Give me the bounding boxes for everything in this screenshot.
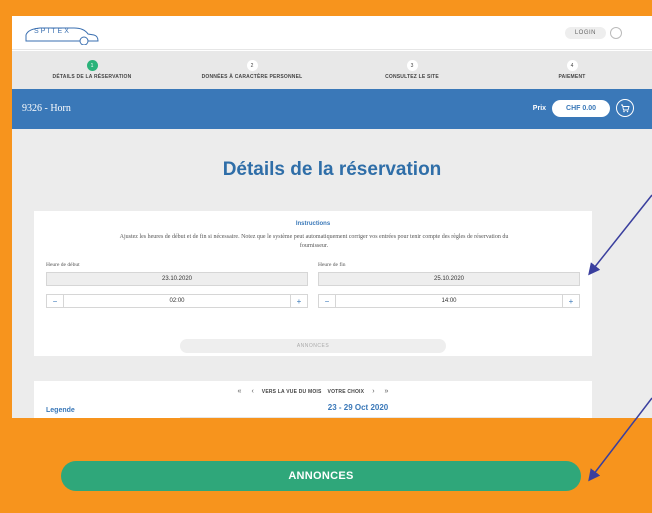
step-personal-data[interactable]: 2 DONNÉES À CARACTÈRE PERSONNEL: [172, 51, 332, 89]
annonces-button-large[interactable]: ANNONCES: [61, 461, 581, 491]
page-title: Détails de la réservation: [222, 159, 442, 180]
calendar-nav: « ‹ VERS LA VUE DU MOIS VOTRE CHOIX › »: [34, 388, 592, 395]
calendar-card: « ‹ VERS LA VUE DU MOIS VOTRE CHOIX › » …: [34, 381, 592, 418]
logo-text: SPITEX: [34, 28, 71, 35]
progress-steps: 1 DÉTAILS DE LA RÉSERVATION 2 DONNÉES À …: [12, 51, 652, 89]
login-area: LOGIN: [564, 27, 622, 39]
screenshot-frame: SPITEX LOGIN 1 DÉTAILS DE LA RÉSERVATION…: [12, 16, 652, 418]
cart-icon[interactable]: [616, 99, 634, 117]
step-label: DÉTAILS DE LA RÉSERVATION: [52, 74, 132, 80]
instructions-title: Instructions: [295, 221, 331, 227]
annonces-button-small[interactable]: ANNONCES: [180, 339, 446, 353]
main-content: Détails de la réservation Instructions A…: [12, 129, 652, 418]
login-button[interactable]: LOGIN: [564, 27, 606, 39]
end-date-field[interactable]: 25.10.2020: [318, 272, 580, 286]
end-time-plus-button[interactable]: +: [563, 295, 579, 307]
step-number: 4: [566, 60, 578, 71]
toggle-icon[interactable]: [610, 27, 622, 39]
step-label: CONSULTEZ LE SITE: [385, 74, 439, 80]
step-label: PAIEMENT: [558, 74, 586, 80]
week-label: 23 - 29 Oct 2020: [327, 403, 389, 412]
price-value: CHF 0.00: [552, 99, 610, 117]
spitex-logo[interactable]: SPITEX: [22, 23, 102, 46]
booking-header: 9326 - Horn Prix CHF 0.00: [12, 89, 652, 129]
end-time-stepper: − 14:00 +: [318, 294, 580, 308]
step-label: DONNÉES À CARACTÈRE PERSONNEL: [201, 74, 303, 80]
end-time-label: Heure de fin: [318, 262, 346, 268]
next-page-icon[interactable]: ›: [370, 388, 376, 395]
prev-page-icon[interactable]: ‹: [249, 388, 255, 395]
cart-glyph-icon: [621, 104, 630, 113]
booking-id: 9326 - Horn: [22, 103, 71, 114]
calendar-day-header: [180, 417, 580, 418]
step-payment[interactable]: 4 PAIEMENT: [492, 51, 652, 89]
end-time-minus-button[interactable]: −: [319, 295, 335, 307]
start-time-label: Heure de début: [46, 262, 80, 268]
step-booking-details[interactable]: 1 DÉTAILS DE LA RÉSERVATION: [12, 51, 172, 89]
month-view-button[interactable]: VERS LA VUE DU MOIS: [262, 389, 322, 395]
step-number: 1: [86, 60, 98, 71]
your-choice-button[interactable]: VOTRE CHOIX: [328, 389, 365, 395]
instructions-text: Ajustez les heures de début et de fin si…: [119, 234, 509, 249]
start-time-plus-button[interactable]: +: [291, 295, 307, 307]
price-area: Prix CHF 0.00: [533, 99, 634, 117]
instructions-card: Instructions Ajustez les heures de début…: [34, 211, 592, 356]
start-time-minus-button[interactable]: −: [47, 295, 63, 307]
end-time-value[interactable]: 14:00: [335, 295, 563, 307]
start-time-stepper: − 02:00 +: [46, 294, 308, 308]
price-label: Prix: [532, 104, 547, 112]
start-time-value[interactable]: 02:00: [63, 295, 291, 307]
last-page-icon[interactable]: »: [383, 388, 391, 395]
step-number: 2: [246, 60, 258, 71]
step-review-site[interactable]: 3 CONSULTEZ LE SITE: [332, 51, 492, 89]
first-page-icon[interactable]: «: [236, 388, 244, 395]
step-number: 3: [406, 60, 418, 71]
start-date-field[interactable]: 23.10.2020: [46, 272, 308, 286]
top-bar: SPITEX LOGIN: [12, 16, 652, 50]
